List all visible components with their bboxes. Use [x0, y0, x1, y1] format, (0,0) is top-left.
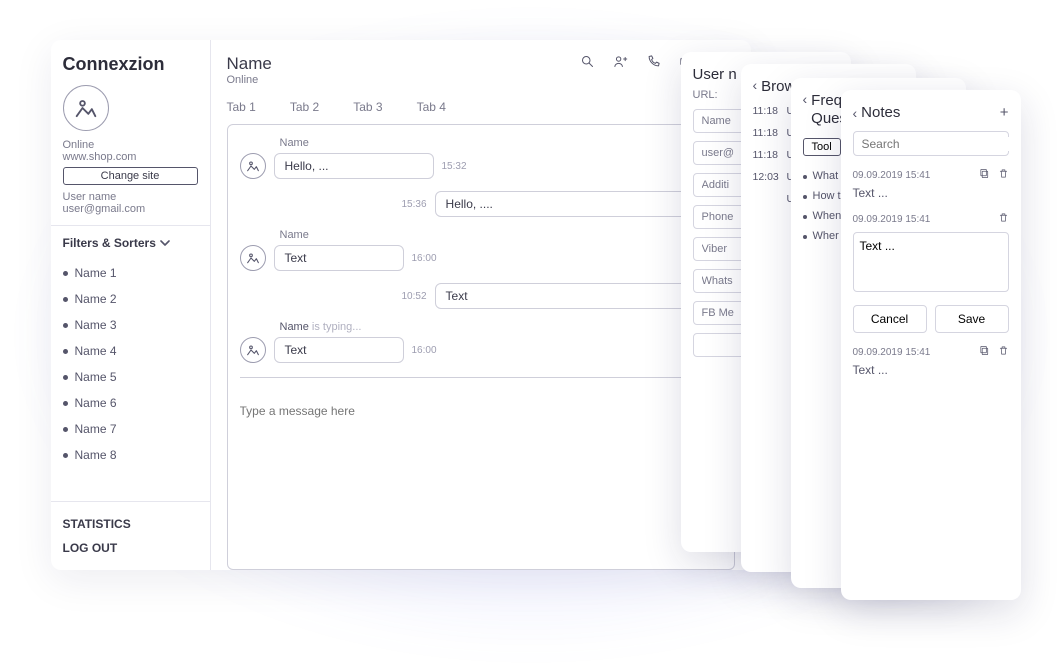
sender-name: Name	[280, 137, 722, 149]
note-item: 09.09.2019 15:41 Text ...	[853, 168, 1009, 200]
faq-tool-button[interactable]: Tool	[803, 138, 841, 156]
brand-logo: Connexzion	[63, 54, 198, 75]
notes-search[interactable]	[853, 131, 1009, 156]
note-date: 09.09.2019 15:41	[853, 347, 931, 358]
note-date: 09.09.2019 15:41	[853, 170, 931, 181]
timestamp: 16:00	[412, 253, 437, 264]
filters-sorters-toggle[interactable]: Filters & Sorters	[63, 236, 198, 250]
agent-name: User name	[63, 191, 198, 203]
trash-icon[interactable]	[998, 345, 1009, 359]
save-button[interactable]: Save	[935, 305, 1009, 333]
add-user-icon[interactable]	[613, 54, 628, 72]
back-icon[interactable]: ‹	[853, 106, 858, 120]
back-icon[interactable]: ‹	[753, 78, 758, 92]
chat-tabs: Tab 1 Tab 2 Tab 3 Tab 4	[227, 100, 735, 114]
notes-panel: ‹ Notes + 09.09.2019 15:41 Text ... 09.0…	[841, 90, 1021, 600]
contact-avatar	[240, 337, 266, 363]
chat-panel: Name Online FAQ Tab 1 Tab 2 Tab 3 Tab 4	[211, 40, 751, 570]
note-text: Text ...	[853, 186, 1009, 200]
contact-item[interactable]: Name 3	[63, 312, 198, 338]
tab[interactable]: Tab 1	[227, 100, 256, 114]
contact-avatar	[240, 153, 266, 179]
agent-avatar	[63, 85, 109, 131]
contact-avatar	[240, 245, 266, 271]
chat-title: Name	[227, 54, 272, 74]
statistics-link[interactable]: STATISTICS	[63, 512, 198, 536]
timestamp: 15:36	[402, 199, 427, 210]
timestamp: 16:00	[412, 345, 437, 356]
chat-status: Online	[227, 74, 272, 86]
contact-item[interactable]: Name 5	[63, 364, 198, 390]
cancel-button[interactable]: Cancel	[853, 305, 927, 333]
note-item: 09.09.2019 15:41 Text ...	[853, 345, 1009, 377]
message-in: Text	[274, 245, 404, 271]
back-icon[interactable]: ‹	[803, 92, 808, 106]
note-item-editing: 09.09.2019 15:41 Cancel Save	[853, 212, 1009, 333]
add-note-button[interactable]: +	[1000, 104, 1009, 121]
trash-icon[interactable]	[998, 212, 1009, 226]
contact-item[interactable]: Name 7	[63, 416, 198, 442]
timestamp: 10:52	[402, 291, 427, 302]
message-input[interactable]	[240, 398, 672, 424]
agent-email: user@gmail.com	[63, 203, 198, 215]
sender-name: Name	[280, 229, 722, 241]
note-date: 09.09.2019 15:41	[853, 214, 931, 225]
timestamp: 15:32	[442, 161, 467, 172]
trash-icon[interactable]	[998, 168, 1009, 182]
message-out: Hello, ....	[435, 191, 722, 217]
contact-list: Name 1 Name 2 Name 3 Name 4 Name 5 Name …	[63, 260, 198, 501]
chat-body: Name Hello, ... 15:32 15:36 Hello, .... …	[227, 124, 735, 570]
sidebar: Connexzion Online www.shop.com Change si…	[51, 40, 211, 570]
copy-icon[interactable]	[979, 168, 990, 182]
phone-icon[interactable]	[646, 54, 661, 72]
contact-item[interactable]: Name 1	[63, 260, 198, 286]
notes-search-input[interactable]	[862, 137, 1017, 151]
tab[interactable]: Tab 2	[290, 100, 319, 114]
panel-title: Notes	[861, 104, 900, 121]
contact-item[interactable]: Name 8	[63, 442, 198, 468]
tab[interactable]: Tab 4	[417, 100, 446, 114]
main-window: Connexzion Online www.shop.com Change si…	[51, 40, 751, 570]
logout-link[interactable]: LOG OUT	[63, 536, 198, 560]
agent-status: Online	[63, 139, 198, 151]
message-in: Text	[274, 337, 404, 363]
tab[interactable]: Tab 3	[353, 100, 382, 114]
chevron-down-icon	[160, 238, 170, 248]
contact-item[interactable]: Name 2	[63, 286, 198, 312]
copy-icon[interactable]	[979, 345, 990, 359]
note-text: Text ...	[853, 363, 1009, 377]
search-icon[interactable]	[580, 54, 595, 72]
contact-item[interactable]: Name 4	[63, 338, 198, 364]
typing-indicator: Name is typing...	[280, 321, 722, 333]
message-out: Text	[435, 283, 722, 309]
site-url: www.shop.com	[63, 151, 198, 163]
contact-item[interactable]: Name 6	[63, 390, 198, 416]
message-in: Hello, ...	[274, 153, 434, 179]
change-site-button[interactable]: Change site	[63, 167, 198, 185]
note-textarea[interactable]	[853, 232, 1009, 292]
